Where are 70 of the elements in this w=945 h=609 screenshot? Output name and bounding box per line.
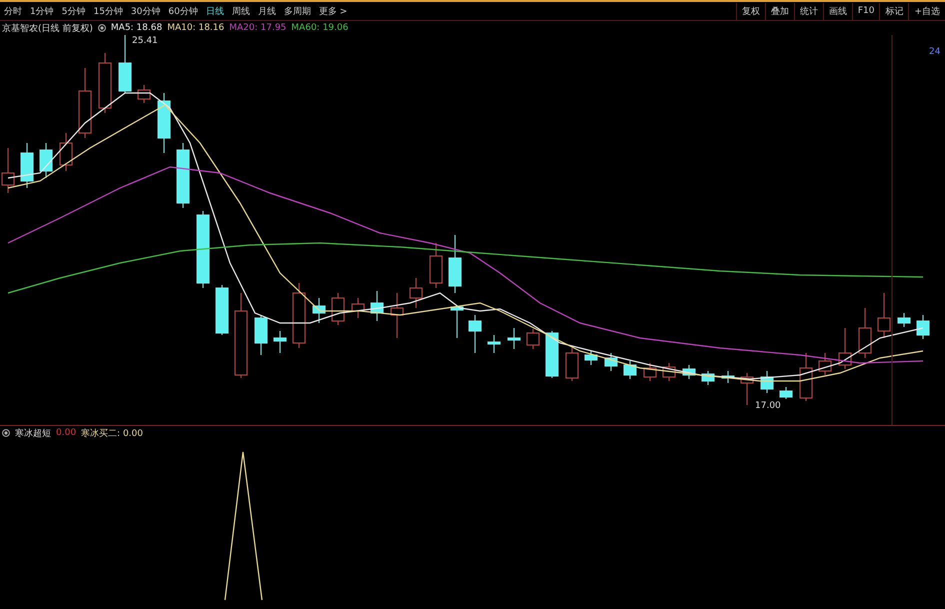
indicator-name: 寒冰超短 xyxy=(15,428,51,440)
settings-icon[interactable] xyxy=(98,24,106,32)
falling-candlestick xyxy=(40,142,52,178)
rising-candlestick xyxy=(78,68,92,138)
rising-candlestick xyxy=(858,308,872,358)
rising-candlestick xyxy=(818,352,832,376)
falling-candlestick xyxy=(508,328,520,350)
period-tab[interactable]: 1分钟 xyxy=(30,4,54,18)
axis-label: 24 xyxy=(929,47,940,57)
falling-candlestick xyxy=(624,360,636,380)
falling-candlestick xyxy=(584,350,598,366)
falling-candlestick xyxy=(604,352,618,372)
rising-candlestick xyxy=(740,372,754,406)
ma-value: MA20: 17.95 xyxy=(229,23,286,33)
period-tab[interactable]: 30分钟 xyxy=(130,4,160,18)
rising-candlestick xyxy=(644,362,656,382)
settings-icon[interactable] xyxy=(2,429,10,437)
rising-candlestick xyxy=(662,362,676,382)
falling-candlestick xyxy=(20,142,34,188)
falling-candlestick xyxy=(274,330,286,354)
falling-candlestick xyxy=(176,142,190,208)
ma-value: MA10: 18.16 xyxy=(167,23,224,33)
indicator-value: 寒冰买二: 0.00 xyxy=(81,428,143,440)
low-price-label: 17.00 xyxy=(755,401,781,411)
period-tab[interactable]: 15分钟 xyxy=(93,4,123,18)
falling-candlestick xyxy=(370,290,384,322)
stock-title: 京基智农(日线 前复权) xyxy=(2,22,93,34)
period-tab[interactable]: 周线 xyxy=(232,4,250,18)
rising-candlestick xyxy=(838,328,852,370)
high-price-label: 25.41 xyxy=(132,36,158,46)
rising-candlestick xyxy=(98,52,112,114)
falling-candlestick xyxy=(468,314,482,354)
ma-value: MA60: 19.06 xyxy=(291,23,348,33)
rising-candlestick xyxy=(526,328,540,350)
falling-candlestick xyxy=(898,312,910,328)
falling-candlestick xyxy=(118,35,132,94)
falling-candlestick xyxy=(916,314,930,340)
period-tab[interactable]: 60分钟 xyxy=(168,4,198,18)
period-tab[interactable]: 日线 xyxy=(206,4,224,18)
rising-candlestick xyxy=(390,292,404,338)
rising-candlestick xyxy=(332,292,344,326)
rising-candlestick xyxy=(60,132,72,172)
indicator-value: 0.00 xyxy=(56,428,76,438)
falling-candlestick xyxy=(682,364,696,380)
falling-candlestick xyxy=(158,92,170,154)
rising-candlestick xyxy=(878,292,890,338)
falling-candlestick xyxy=(780,386,792,400)
falling-candlestick xyxy=(760,370,774,394)
falling-candlestick xyxy=(216,284,228,336)
falling-candlestick xyxy=(312,298,326,324)
falling-candlestick xyxy=(546,330,558,378)
falling-candlestick xyxy=(702,370,714,386)
rising-candlestick xyxy=(138,84,150,104)
period-tab[interactable]: 分时 xyxy=(4,4,22,18)
period-tab[interactable]: 多周期 xyxy=(284,4,311,18)
period-tab[interactable]: 更多 > xyxy=(318,4,348,18)
period-tab[interactable]: 5分钟 xyxy=(62,4,86,18)
ma-value: MA5: 18.68 xyxy=(110,23,162,33)
rising-candlestick xyxy=(410,278,422,308)
falling-candlestick xyxy=(448,234,462,294)
rising-candlestick xyxy=(566,348,578,382)
rising-candlestick xyxy=(352,298,364,318)
falling-candlestick xyxy=(722,370,734,384)
rising-candlestick xyxy=(430,242,442,288)
falling-candlestick xyxy=(450,306,464,338)
rising-candlestick xyxy=(292,282,306,348)
falling-candlestick xyxy=(254,314,268,356)
falling-candlestick xyxy=(488,334,500,354)
rising-candlestick xyxy=(800,352,812,402)
period-tab[interactable]: 月线 xyxy=(258,4,276,18)
